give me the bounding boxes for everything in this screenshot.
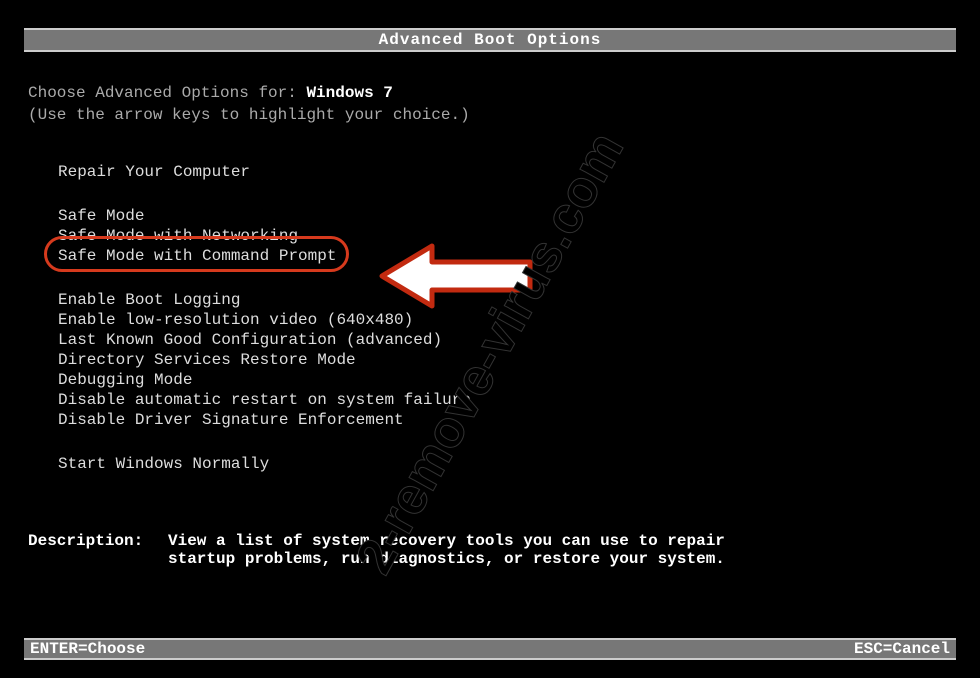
- menu-safe-mode-cmd[interactable]: Safe Mode with Command Prompt: [52, 246, 342, 266]
- description-text: View a list of system recovery tools you…: [168, 532, 728, 568]
- footer-esc: ESC=Cancel: [854, 640, 950, 658]
- menu-debug[interactable]: Debugging Mode: [52, 370, 198, 390]
- menu-boot-logging[interactable]: Enable Boot Logging: [52, 290, 246, 310]
- arrow-hint: (Use the arrow keys to highlight your ch…: [28, 106, 952, 124]
- menu-repair[interactable]: Repair Your Computer: [52, 162, 256, 182]
- menu-low-res[interactable]: Enable low-resolution video (640x480): [52, 310, 419, 330]
- menu-dsrm[interactable]: Directory Services Restore Mode: [52, 350, 362, 370]
- page-title: Advanced Boot Options: [379, 31, 602, 49]
- menu-safe-mode[interactable]: Safe Mode: [52, 206, 150, 226]
- menu-start-normal[interactable]: Start Windows Normally: [52, 454, 275, 474]
- content-area: Choose Advanced Options for: Windows 7 (…: [0, 52, 980, 568]
- boot-menu: Repair Your Computer Safe Mode Safe Mode…: [52, 162, 952, 474]
- menu-safe-mode-networking[interactable]: Safe Mode with Networking: [52, 226, 304, 246]
- menu-safe-mode-cmd-selected[interactable]: Safe Mode with Command Prompt: [52, 246, 342, 266]
- choose-prefix: Choose Advanced Options for:: [28, 84, 306, 102]
- menu-disable-restart[interactable]: Disable automatic restart on system fail…: [52, 390, 477, 410]
- description-block: Description: View a list of system recov…: [28, 532, 952, 568]
- description-label: Description:: [28, 532, 168, 568]
- footer-enter: ENTER=Choose: [30, 640, 145, 658]
- menu-lkgc[interactable]: Last Known Good Configuration (advanced): [52, 330, 448, 350]
- choose-line: Choose Advanced Options for: Windows 7: [28, 84, 952, 102]
- footer-bar: ENTER=Choose ESC=Cancel: [24, 638, 956, 660]
- title-bar: Advanced Boot Options: [24, 28, 956, 52]
- menu-disable-sig[interactable]: Disable Driver Signature Enforcement: [52, 410, 410, 430]
- os-name: Windows 7: [306, 84, 392, 102]
